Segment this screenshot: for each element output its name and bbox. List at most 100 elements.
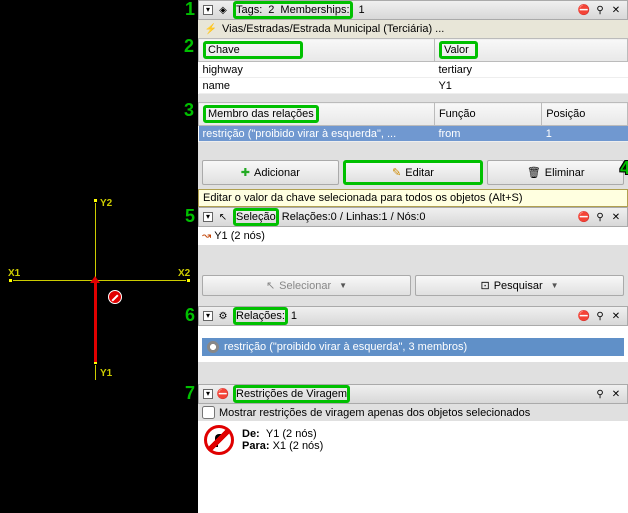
restrictions-panel-header[interactable]: 7 ▾ ⛔ Restrições de Viragem ⚲ ✕	[198, 384, 628, 404]
no-entry-icon: ⛔	[216, 387, 230, 401]
panel-toggle[interactable]: ▾	[203, 389, 213, 399]
to-val: X1 (2 nós)	[273, 440, 324, 452]
selection-button-row: ↖Selecionar▼ ⊡Pesquisar▼	[198, 271, 628, 300]
callout-7: 7	[185, 383, 195, 404]
callout-3: 3	[184, 100, 194, 121]
callout-2: 2	[184, 36, 194, 57]
restriction-info[interactable]: De: Y1 (2 nós) Para: X1 (2 nós)	[198, 421, 628, 459]
memberships-count: 1	[356, 4, 368, 16]
preset-row[interactable]: ⚡ Vias/Estradas/Estrada Municipal (Terci…	[198, 20, 628, 38]
tags-label: Tags:	[236, 4, 262, 16]
pin-icon[interactable]: ⚲	[593, 387, 607, 401]
no-left-turn-sign	[204, 425, 234, 455]
edit-tooltip: Editar o valor da chave selecionada para…	[198, 189, 628, 207]
selection-item[interactable]: ↝ Y1 (2 nós)	[202, 229, 624, 242]
relations-count: 1	[291, 310, 297, 322]
close-icon[interactable]: ✕	[609, 210, 623, 224]
select-button[interactable]: ↖Selecionar▼	[202, 275, 411, 296]
col-role[interactable]: Função	[434, 103, 541, 126]
plus-icon: ✚	[241, 166, 250, 179]
callout-6: 6	[185, 305, 195, 326]
tag-button-row: ✚Adicionar ✎Editar 🗑Eliminar	[198, 156, 628, 189]
pin-icon[interactable]: ⚲	[593, 210, 607, 224]
tag-row[interactable]: nameY1	[199, 78, 628, 94]
panel-toggle[interactable]: ▾	[203, 5, 213, 15]
members-table: Membro das relações Função Posição restr…	[198, 102, 628, 142]
relations-list: restrição ("proibido virar à esquerda", …	[198, 326, 628, 362]
map-node[interactable]	[8, 278, 13, 283]
tag-val[interactable]: tertiary	[434, 62, 627, 78]
tags-table: Chave Valor highwaytertiary nameY1	[198, 38, 628, 94]
tags-count: 2	[265, 4, 277, 16]
col-key[interactable]: Chave	[203, 41, 303, 59]
no-entry-icon[interactable]: ⛔	[577, 210, 591, 224]
from-label: De:	[242, 428, 260, 440]
delete-button[interactable]: 🗑Eliminar	[487, 160, 624, 185]
edit-icon: ✎	[392, 166, 401, 179]
relations-label: Relações:	[233, 307, 288, 325]
selection-list: ↝ Y1 (2 nós)	[198, 227, 628, 245]
filter-checkbox[interactable]	[202, 406, 215, 419]
map-label-y2: Y2	[100, 198, 112, 209]
callout-4: 4	[620, 158, 628, 179]
search-icon: ⊡	[480, 279, 489, 292]
close-icon[interactable]: ✕	[609, 309, 623, 323]
selection-panel-header[interactable]: 5 ▾ ↖ Seleção Relações:0 / Linhas:1 / Nó…	[198, 207, 628, 227]
cursor-icon: ↖	[266, 279, 275, 292]
map-canvas[interactable]: X1 X2 Y1 Y2	[0, 0, 198, 513]
restrictions-label: Restrições de Viragem	[233, 385, 350, 403]
from-val: Y1 (2 nós)	[266, 428, 317, 440]
relation-item[interactable]: restrição ("proibido virar à esquerda", …	[202, 338, 624, 356]
cursor-icon: ↖	[216, 210, 230, 224]
member-row[interactable]: restrição ("proibido virar à esquerda", …	[199, 126, 628, 142]
tags-panel-header[interactable]: 1 ▾ ◈ Tags: 2 Memberships: 1 ⛔ ⚲ ✕	[198, 0, 628, 20]
panel-toggle[interactable]: ▾	[203, 311, 213, 321]
tag-val[interactable]: Y1	[434, 78, 627, 94]
memberships-label: Memberships:	[280, 4, 349, 16]
pos-cell[interactable]: 1	[542, 126, 628, 142]
close-icon[interactable]: ✕	[609, 3, 623, 17]
map-node[interactable]	[186, 278, 191, 283]
tag-key[interactable]: highway	[199, 62, 435, 78]
add-button[interactable]: ✚Adicionar	[202, 160, 339, 185]
chevron-down-icon: ▼	[551, 281, 559, 290]
search-button[interactable]: ⊡Pesquisar▼	[415, 275, 624, 296]
close-icon[interactable]: ✕	[609, 387, 623, 401]
role-cell[interactable]: from	[434, 126, 541, 142]
relation-icon: ⚙	[216, 309, 230, 323]
callout-5: 5	[185, 206, 195, 227]
preset-path: Vias/Estradas/Estrada Municipal (Terciár…	[222, 23, 444, 35]
way-icon: ↝	[202, 229, 211, 242]
no-entry-icon[interactable]: ⛔	[577, 309, 591, 323]
filter-label: Mostrar restrições de viragem apenas dos…	[219, 407, 530, 419]
col-member[interactable]: Membro das relações	[203, 105, 319, 123]
gear-icon	[206, 340, 220, 354]
trash-icon: 🗑	[527, 166, 541, 179]
selection-label: Seleção	[233, 208, 279, 226]
selection-summary: Relações:0 / Linhas:1 / Nós:0	[282, 211, 426, 223]
tag-icon: ◈	[216, 3, 230, 17]
callout-1: 1	[185, 0, 195, 20]
pin-icon[interactable]: ⚲	[593, 309, 607, 323]
highlight-tags-memberships: Tags: 2 Memberships:	[233, 1, 353, 19]
side-panels: 1 ▾ ◈ Tags: 2 Memberships: 1 ⛔ ⚲ ✕ ⚡ Via…	[198, 0, 628, 513]
tag-row[interactable]: highwaytertiary	[199, 62, 628, 78]
to-label: Para:	[242, 440, 270, 452]
tag-key[interactable]: name	[199, 78, 435, 94]
restriction-details: De: Y1 (2 nós) Para: X1 (2 nós)	[242, 428, 323, 452]
pin-icon[interactable]: ⚲	[593, 3, 607, 17]
edit-button[interactable]: ✎Editar	[343, 160, 484, 185]
no-entry-icon[interactable]: ⛔	[577, 3, 591, 17]
map-label-y1: Y1	[100, 368, 112, 379]
relations-panel-header[interactable]: 6 ▾ ⚙ Relações: 1 ⛔ ⚲ ✕	[198, 306, 628, 326]
col-pos[interactable]: Posição	[542, 103, 628, 126]
panel-toggle[interactable]: ▾	[203, 212, 213, 222]
map-node[interactable]	[93, 198, 98, 203]
restrictions-filter-row[interactable]: Mostrar restrições de viragem apenas dos…	[198, 404, 628, 421]
no-left-turn-icon	[108, 290, 122, 304]
col-val[interactable]: Valor	[439, 41, 478, 59]
chevron-down-icon: ▼	[339, 281, 347, 290]
member-cell[interactable]: restrição ("proibido virar à esquerda", …	[199, 126, 435, 142]
turn-arrow	[94, 282, 97, 362]
road-preset-icon: ⚡	[204, 22, 218, 36]
